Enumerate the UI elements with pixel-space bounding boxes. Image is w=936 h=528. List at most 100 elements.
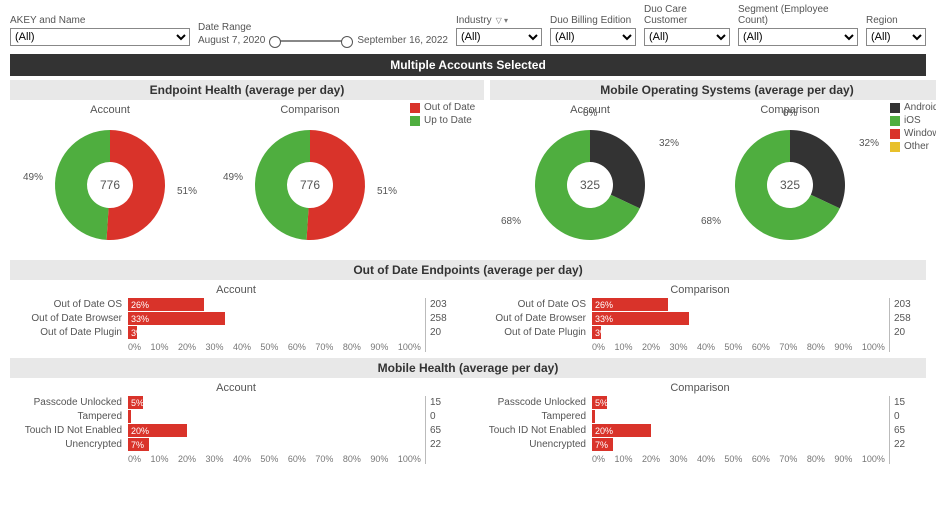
bar-panel-comparison: ComparisonOut of Date OSOut of Date Brow… — [474, 282, 926, 352]
bar-fill: 5% — [592, 396, 607, 409]
sort-icon[interactable]: ▽ ▾ — [496, 16, 508, 25]
bar-count: 258 — [894, 312, 926, 325]
bar-count: 258 — [430, 312, 462, 325]
bar-axis: 0%10%20%30%40%50%60%70%80%90%100% — [592, 340, 885, 352]
donut-pct-label: 51% — [177, 186, 197, 197]
bar-fill: 20% — [592, 424, 651, 437]
bar-count: 22 — [894, 438, 926, 451]
donut-pct-label: 0% — [583, 108, 597, 119]
donut-chart: 3250%32%68% — [525, 120, 655, 250]
bar-track: 20% — [128, 424, 421, 437]
bar-fill: 0% — [592, 410, 595, 423]
bar-category-label: Passcode Unlocked — [34, 396, 122, 409]
bar-fill: 0% — [128, 410, 131, 423]
filter-akey[interactable]: (All) — [10, 28, 190, 46]
bar-category-label: Unencrypted — [65, 438, 122, 451]
bar-fill: 33% — [592, 312, 689, 325]
bar-track: 0% — [592, 410, 885, 423]
legend-swatch — [410, 116, 420, 126]
filter-label-care: Duo Care Customer — [644, 4, 730, 26]
date-end: September 16, 2022 — [357, 35, 448, 46]
bar-count: 203 — [894, 298, 926, 311]
bar-count: 20 — [894, 326, 926, 339]
bar-category-label: Tampered — [78, 410, 122, 423]
donut-center-value: 776 — [45, 120, 175, 250]
bar-axis: 0%10%20%30%40%50%60%70%80%90%100% — [128, 340, 421, 352]
donut-subhead: Account — [90, 104, 130, 116]
section-title-mh: Mobile Health (average per day) — [10, 358, 926, 378]
filter-industry[interactable]: (All) — [456, 28, 542, 46]
donut-pct-label: 68% — [701, 216, 721, 227]
donut-chart: 77649%51% — [245, 120, 375, 250]
bar-count: 65 — [430, 424, 462, 437]
filter-billing[interactable]: (All) — [550, 28, 636, 46]
panel-title-mobileos: Mobile Operating Systems (average per da… — [490, 80, 936, 100]
bar-fill: 3% — [128, 326, 137, 339]
banner-multiple-accounts: Multiple Accounts Selected — [10, 54, 926, 76]
filter-region[interactable]: (All) — [866, 28, 926, 46]
donut-comparison: Comparison 77649%51% — [210, 104, 410, 250]
bar-fill: 26% — [592, 298, 668, 311]
bar-track: 26% — [592, 298, 885, 311]
filter-bar: AKEY and Name (All) Date Range August 7,… — [0, 0, 936, 52]
filter-care[interactable]: (All) — [644, 28, 730, 46]
bar-count: 65 — [894, 424, 926, 437]
bar-fill: 20% — [128, 424, 187, 437]
legend-label: Android — [904, 102, 936, 113]
bar-subhead: Account — [10, 282, 462, 298]
bar-category-label: Out of Date Plugin — [40, 326, 122, 339]
bar-category-label: Touch ID Not Enabled — [489, 424, 586, 437]
bar-track: 3% — [128, 326, 421, 339]
donut-center-value: 776 — [245, 120, 375, 250]
bar-track: 0% — [128, 410, 421, 423]
bar-count: 15 — [894, 396, 926, 409]
bar-subhead: Account — [10, 380, 462, 396]
bar-count: 203 — [430, 298, 462, 311]
bar-category-label: Unencrypted — [529, 438, 586, 451]
bar-category-label: Tampered — [542, 410, 586, 423]
legend-swatch — [890, 116, 900, 126]
bar-count: 0 — [894, 410, 926, 423]
filter-label-date: Date Range — [198, 22, 448, 33]
bar-fill: 33% — [128, 312, 225, 325]
donut-pct-label: 32% — [659, 138, 679, 149]
legend-item: Up to Date — [410, 115, 480, 126]
bar-panel-account: AccountOut of Date OSOut of Date Browser… — [10, 282, 462, 352]
donut-account: Account 77649% 51% — [10, 104, 210, 250]
bar-track: 33% — [592, 312, 885, 325]
bar-track: 20% — [592, 424, 885, 437]
filter-segment[interactable]: (All) — [738, 28, 858, 46]
donut-pct-label: 32% — [859, 138, 879, 149]
donut-subhead: Comparison — [280, 104, 339, 116]
legend-swatch — [890, 129, 900, 139]
bar-fill: 26% — [128, 298, 204, 311]
donut-center-value: 325 — [725, 120, 855, 250]
bar-axis: 0%10%20%30%40%50%60%70%80%90%100% — [128, 452, 421, 464]
legend-item: Windows — [890, 128, 936, 139]
bar-track: 7% — [128, 438, 421, 451]
bar-count: 22 — [430, 438, 462, 451]
donut-pct-label: 49% — [223, 172, 243, 183]
bar-category-label: Touch ID Not Enabled — [25, 424, 122, 437]
legend-endpoint: Out of Date Up to Date — [410, 100, 484, 126]
filter-label-billing: Duo Billing Edition — [550, 15, 636, 26]
donut-chart: 3250%32%68% — [725, 120, 855, 250]
bar-track: 5% — [128, 396, 421, 409]
legend-swatch — [410, 103, 420, 113]
legend-swatch — [890, 142, 900, 152]
bar-track: 3% — [592, 326, 885, 339]
filter-label-segment: Segment (Employee Count) — [738, 4, 858, 26]
donut-pct-label: 49% — [23, 172, 43, 183]
bar-category-label: Out of Date Browser — [495, 312, 586, 325]
legend-item: Android — [890, 102, 936, 113]
date-slider[interactable]: August 7, 2020 September 16, 2022 — [198, 35, 448, 46]
legend-label: Out of Date — [424, 102, 475, 113]
panel-title-endpoint: Endpoint Health (average per day) — [10, 80, 484, 100]
legend-label: iOS — [904, 115, 921, 126]
legend-item: Out of Date — [410, 102, 480, 113]
bar-track: 26% — [128, 298, 421, 311]
panel-endpoint-health: Endpoint Health (average per day) Accoun… — [10, 80, 484, 258]
bar-count: 15 — [430, 396, 462, 409]
bar-category-label: Out of Date Plugin — [504, 326, 586, 339]
bar-panel-account: AccountPasscode UnlockedTamperedTouch ID… — [10, 380, 462, 464]
